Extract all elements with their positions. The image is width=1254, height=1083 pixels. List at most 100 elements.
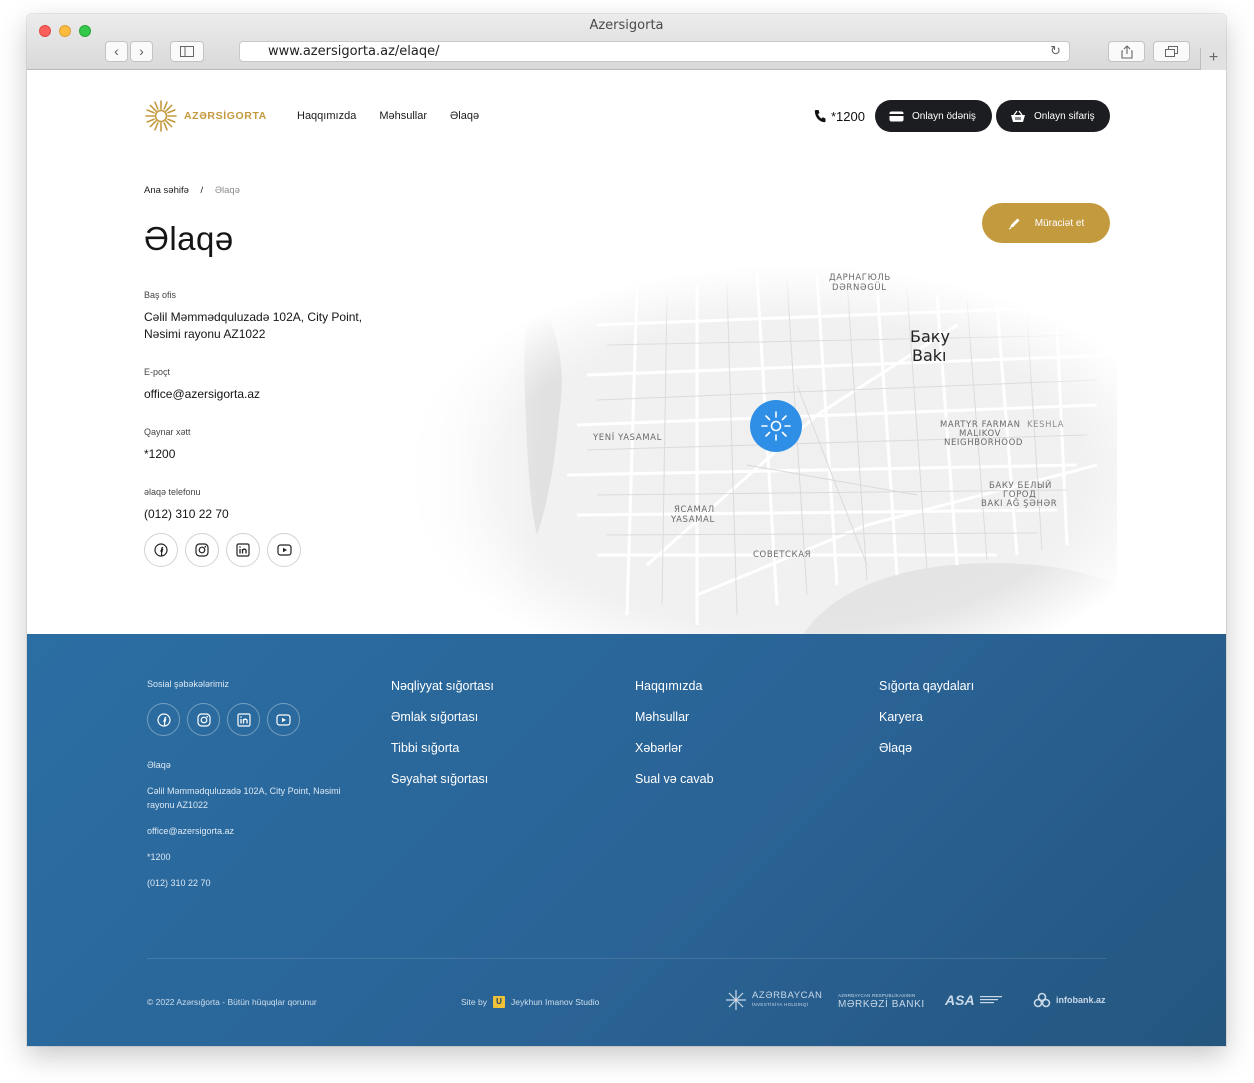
tabs-icon <box>1165 46 1178 57</box>
reload-icon[interactable]: ↻ <box>1050 42 1061 61</box>
footer-link-news[interactable]: Xəbərlər <box>635 741 714 756</box>
sidebar-toggle-button[interactable] <box>170 41 204 62</box>
partner-central-bank[interactable]: AZƏRBAYCAN RESPUBLİKASININ MƏRKƏZİ BANKI <box>838 984 925 1016</box>
plus-icon: + <box>1208 49 1219 66</box>
partner-1-subtitle: İNVESTİSİYA HOLDİNQİ <box>752 1002 809 1007</box>
map-label-baku-ru: Баку <box>910 327 950 346</box>
footer-instagram-link[interactable] <box>187 703 220 736</box>
new-tab-button[interactable]: + <box>1200 48 1226 70</box>
phone-label: əlaqə telefonu <box>144 487 201 497</box>
nav-item-about[interactable]: Haqqımızda <box>297 110 356 122</box>
footer-link-about[interactable]: Haqqımızda <box>635 679 714 694</box>
instagram-link[interactable] <box>185 533 219 567</box>
map-label-yasamal-ru: ЯСАМАЛ <box>674 505 715 515</box>
partner-infobank[interactable]: infobank.az <box>1033 984 1106 1016</box>
map-label-sovetskaya: СОВЕТСКАЯ <box>753 550 811 560</box>
forward-button[interactable]: › <box>130 41 153 62</box>
footer-facebook-link[interactable] <box>147 703 180 736</box>
facebook-icon <box>154 543 168 557</box>
linkedin-icon <box>236 712 251 727</box>
footer-youtube-link[interactable] <box>267 703 300 736</box>
back-button[interactable]: ‹ <box>105 41 128 62</box>
star-burst-logo-icon <box>726 990 746 1010</box>
instagram-icon <box>196 712 211 727</box>
footer-link-contact[interactable]: Əlaqə <box>879 741 974 756</box>
site-by-label: Site by <box>461 997 487 1007</box>
partner-logos: AZƏRBAYCAN İNVESTİSİYA HOLDİNQİ AZƏRBAYC… <box>725 984 1107 1016</box>
logo-text: AZƏRSİGORTA <box>184 110 267 122</box>
main-nav: Haqqımızda Məhsullar Əlaqə <box>297 99 479 133</box>
breadcrumb-home[interactable]: Ana səhifə <box>144 185 189 196</box>
online-payment-button[interactable]: Onlayn ödəniş <box>875 100 992 132</box>
share-button[interactable] <box>1108 41 1145 62</box>
nav-item-contact[interactable]: Əlaqə <box>450 110 479 122</box>
breadcrumb-separator: / <box>200 185 204 196</box>
chevron-right-icon: › <box>139 43 144 59</box>
hotline-value[interactable]: *1200 <box>144 446 404 463</box>
address-bar[interactable]: www.azersigorta.az/elaqe/ ↻ <box>239 41 1070 62</box>
partner-asa[interactable]: ASA <box>945 984 1002 1016</box>
facebook-link[interactable] <box>144 533 178 567</box>
breadcrumb-current: Əlaqə <box>214 185 240 196</box>
share-icon <box>1120 45 1133 59</box>
footer-link-transport-insurance[interactable]: Nəqliyyat sığortası <box>391 679 494 694</box>
footer-link-products[interactable]: Məhsullar <box>635 710 714 725</box>
apply-button-label: Müraciət et <box>1034 217 1085 229</box>
contact-info: Baş ofis Cəlil Məmmədquluzadə 102A, City… <box>144 290 404 523</box>
partner-3-title: ASA <box>945 992 975 1008</box>
map-label-darnagul-az: DƏRNƏGÜL <box>832 282 887 293</box>
footer-link-medical-insurance[interactable]: Tibbi sığorta <box>391 741 494 756</box>
social-links <box>144 533 301 567</box>
youtube-link[interactable] <box>267 533 301 567</box>
header-phone-number: *1200 <box>831 108 865 124</box>
page: AZƏRSİGORTA Haqqımızda Məhsullar Əlaqə *… <box>27 70 1226 1046</box>
partner-investment-holding[interactable]: AZƏRBAYCAN İNVESTİSİYA HOLDİNQİ <box>725 984 823 1016</box>
site-footer: Sosial şəbəkələrimiz Əlaqə Cəlil Məmmədq… <box>27 634 1226 1046</box>
footer-info-column: Sığorta qaydaları Karyera Əlaqə <box>879 679 974 772</box>
partner-2-title: MƏRKƏZİ BANKI <box>838 999 925 1010</box>
sun-logo-icon <box>145 100 177 132</box>
footer-products-column: Nəqliyyat sığortası Əmlak sığortası Tibb… <box>391 679 494 803</box>
email-label: E-poçt <box>144 367 171 377</box>
online-order-label: Onlayn sifariş <box>1034 110 1095 122</box>
footer-social-links <box>147 703 300 736</box>
footer-link-careers[interactable]: Karyera <box>879 710 974 725</box>
footer-link-insurance-rules[interactable]: Sığorta qaydaları <box>879 679 974 694</box>
map-label-martyr-3: NEIGHBORHOOD <box>944 438 1023 448</box>
map-label-yasamal-az: YASAMAL <box>670 515 715 525</box>
online-payment-label: Onlayn ödəniş <box>912 110 976 122</box>
footer-link-property-insurance[interactable]: Əmlak sığortası <box>391 710 494 725</box>
browser-toolbar: Azersigorta ‹ › www.azersigorta.az/elaqe… <box>27 14 1226 70</box>
footer-company-column: Haqqımızda Məhsullar Xəbərlər Sual və ca… <box>635 679 714 803</box>
sidebar-icon <box>180 46 194 57</box>
map-marker[interactable] <box>750 400 802 452</box>
footer-linkedin-link[interactable] <box>227 703 260 736</box>
map-label-darnagul: ДАРНАГЮЛЬ <box>829 273 891 283</box>
logo[interactable]: AZƏRSİGORTA <box>144 99 267 133</box>
map-label-yeni-yasamal: YENİ YASAMAL <box>592 432 662 443</box>
footer-link-faq[interactable]: Sual və cavab <box>635 772 714 787</box>
phone-icon <box>814 110 826 123</box>
map-label-keshla: KESHLA <box>1027 420 1064 430</box>
location-map[interactable]: ДАРНАГЮЛЬ DƏRNƏGÜL YENİ YASAMAL MARTYR F… <box>397 265 1117 645</box>
tabs-overview-button[interactable] <box>1153 41 1190 62</box>
header-phone[interactable]: *1200 <box>814 99 865 133</box>
apply-button[interactable]: Müraciət et <box>982 203 1110 243</box>
youtube-icon <box>276 713 291 726</box>
footer-link-travel-insurance[interactable]: Səyahət sığortası <box>391 772 494 787</box>
footer-phone[interactable]: (012) 310 22 70 <box>147 876 367 890</box>
linkedin-link[interactable] <box>226 533 260 567</box>
nav-item-products[interactable]: Məhsullar <box>379 110 427 122</box>
phone-value[interactable]: (012) 310 22 70 <box>144 506 404 523</box>
chevron-left-icon: ‹ <box>114 43 119 59</box>
footer-hotline[interactable]: *1200 <box>147 850 367 864</box>
pen-icon <box>1008 218 1020 229</box>
online-order-button[interactable]: Onlayn sifariş <box>996 100 1110 132</box>
studio-link[interactable]: Jeykhun Imanov Studio <box>511 997 599 1007</box>
site-header: AZƏRSİGORTA Haqqımızda Məhsullar Əlaqə *… <box>144 99 1110 133</box>
partner-4-title: infobank.az <box>1056 995 1106 1005</box>
footer-email[interactable]: office@azersigorta.az <box>147 824 367 838</box>
studio-logo-icon: U <box>493 996 505 1008</box>
footer-contact-title: Əlaqə <box>147 760 171 770</box>
email-link[interactable]: office@azersigorta.az <box>144 386 404 403</box>
